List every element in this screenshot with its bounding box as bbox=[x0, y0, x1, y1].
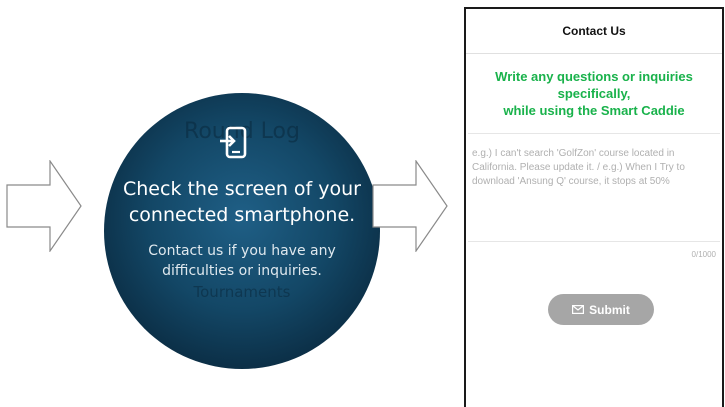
submit-button[interactable]: Submit bbox=[548, 294, 654, 325]
submit-label: Submit bbox=[589, 302, 630, 317]
background-menu-item: Tournaments bbox=[193, 283, 291, 301]
phone-connect-icon bbox=[218, 126, 252, 160]
character-counter: 0/1000 bbox=[691, 250, 716, 259]
watch-screen: Round Log Tournaments Check the screen o… bbox=[104, 93, 380, 369]
right-arrow-icon bbox=[6, 160, 82, 252]
watch-message-title: Check the screen of your connected smart… bbox=[123, 178, 361, 226]
right-arrow-icon bbox=[372, 160, 448, 252]
instruction-headline: Write any questions or inquiries specifi… bbox=[495, 69, 693, 118]
phone-screen: Contact Us Write any questions or inquir… bbox=[464, 7, 724, 407]
page-title: Contact Us bbox=[466, 9, 722, 54]
watch-message-subtitle: Contact us if you have any difficulties … bbox=[148, 243, 336, 279]
mail-icon bbox=[572, 305, 585, 314]
inquiry-textarea[interactable]: e.g.) I can't search 'GolfZon' course lo… bbox=[466, 134, 722, 241]
